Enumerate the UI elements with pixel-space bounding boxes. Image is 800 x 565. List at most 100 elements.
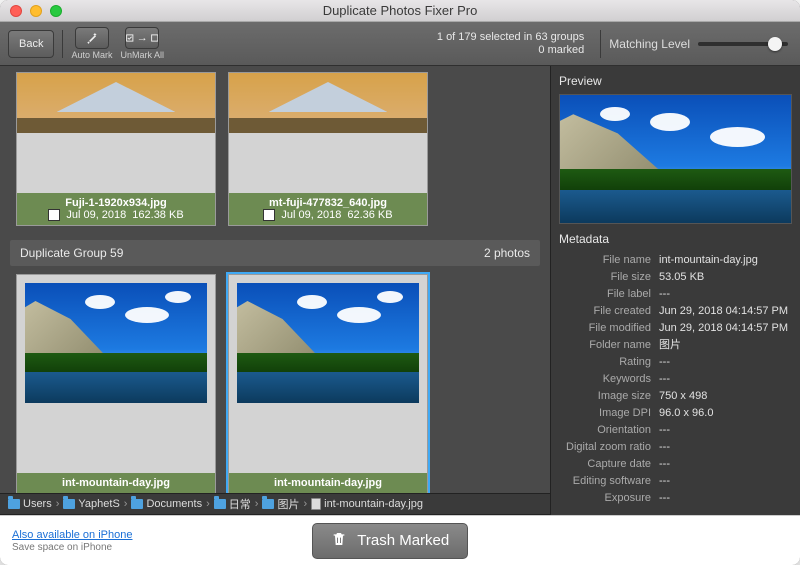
- metadata-value: ---: [659, 490, 792, 507]
- metadata-value: ---: [659, 286, 792, 303]
- preview-title: Preview: [559, 74, 792, 88]
- metadata-key: Editing software: [559, 473, 659, 490]
- metadata-row: Capture date---: [559, 456, 792, 473]
- iphone-subtext: Save space on iPhone: [12, 542, 112, 553]
- metadata-key: File label: [559, 286, 659, 303]
- metadata-key: Rating: [559, 354, 659, 371]
- photo-card[interactable]: mt-fuji-477832_640.jpg Jul 09, 2018 62.3…: [228, 72, 428, 226]
- matching-level-label: Matching Level: [609, 37, 690, 51]
- breadcrumb-label: 图片: [277, 496, 299, 512]
- metadata-key: Exposure: [559, 490, 659, 507]
- mark-checkbox[interactable]: [263, 209, 275, 221]
- unmark-all-button[interactable]: →: [125, 27, 159, 49]
- breadcrumb-label: 日常: [229, 496, 251, 512]
- footer: Also available on iPhone Save space on i…: [0, 515, 800, 565]
- metadata-row: Exposure---: [559, 490, 792, 507]
- breadcrumb-item[interactable]: int-mountain-day.jpg: [311, 498, 423, 510]
- breadcrumb-item[interactable]: Users: [8, 498, 52, 510]
- photo-size: 162.38 KB: [132, 209, 183, 221]
- metadata-value: ---: [659, 354, 792, 371]
- breadcrumb-label: Documents: [146, 498, 202, 510]
- metadata-row: Rating---: [559, 354, 792, 371]
- file-icon: [311, 498, 321, 510]
- photo-filename: int-mountain-day.jpg: [235, 477, 421, 489]
- metadata-key: File modified: [559, 320, 659, 337]
- metadata-value: ---: [659, 456, 792, 473]
- metadata-row: File createdJun 29, 2018 04:14:57 PM: [559, 303, 792, 320]
- matching-level-slider[interactable]: [698, 42, 788, 46]
- chevron-right-icon: ›: [124, 498, 128, 510]
- metadata-row: Image size750 x 498: [559, 388, 792, 405]
- metadata-row: Image DPI96.0 x 96.0: [559, 405, 792, 422]
- group-title: Duplicate Group 59: [20, 246, 123, 260]
- metadata-section[interactable]: Metadata File nameint-mountain-day.jpgFi…: [551, 232, 800, 515]
- metadata-row: Digital zoom ratio---: [559, 439, 792, 456]
- titlebar[interactable]: Duplicate Photos Fixer Pro: [0, 0, 800, 22]
- metadata-value: ---: [659, 371, 792, 388]
- chevron-right-icon: ›: [303, 498, 307, 510]
- selection-status: 1 of 179 selected in 63 groups 0 marked: [437, 31, 592, 57]
- mark-checkbox[interactable]: [48, 209, 60, 221]
- metadata-value: 96.0 x 96.0: [659, 405, 792, 422]
- breadcrumb-label: int-mountain-day.jpg: [324, 498, 423, 510]
- metadata-value: ---: [659, 439, 792, 456]
- breadcrumb-label: YaphetS: [78, 498, 119, 510]
- group-header[interactable]: Duplicate Group 59 2 photos: [10, 240, 540, 266]
- breadcrumb-item[interactable]: 图片: [262, 496, 299, 512]
- back-button[interactable]: Back: [8, 30, 54, 58]
- metadata-value: int-mountain-day.jpg: [659, 252, 792, 269]
- group-count: 2 photos: [484, 246, 530, 260]
- previous-group-row: Fuji-1-1920x934.jpg Jul 09, 2018 162.38 …: [10, 66, 540, 232]
- metadata-row: Orientation---: [559, 422, 792, 439]
- toolbar: Back Auto Mark → UnMark All 1 of 179 sel…: [0, 22, 800, 66]
- metadata-value: 750 x 498: [659, 388, 792, 405]
- side-panel: Preview Metadata File nameint-mountain-d…: [550, 66, 800, 515]
- breadcrumb-item[interactable]: YaphetS: [63, 498, 119, 510]
- metadata-value: Jun 29, 2018 04:14:57 PM: [659, 303, 792, 320]
- group-row: int-mountain-day.jpg: [10, 268, 540, 493]
- checkbox-empty-icon: [151, 33, 159, 43]
- metadata-value: ---: [659, 422, 792, 439]
- folder-icon: [8, 499, 20, 509]
- metadata-key: File created: [559, 303, 659, 320]
- photo-date: Jul 09, 2018: [66, 209, 126, 221]
- chevron-right-icon: ›: [255, 498, 259, 510]
- folder-icon: [131, 499, 143, 509]
- trash-marked-button[interactable]: Trash Marked: [312, 523, 468, 559]
- photo-date: Jul 09, 2018: [281, 209, 341, 221]
- iphone-link[interactable]: Also available on iPhone: [12, 529, 132, 541]
- folder-icon: [262, 499, 274, 509]
- metadata-row: Keywords---: [559, 371, 792, 388]
- photo-filename: Fuji-1-1920x934.jpg: [23, 197, 209, 209]
- wand-icon: [85, 31, 99, 45]
- preview-image: [559, 94, 792, 224]
- photo-filename: mt-fuji-477832_640.jpg: [235, 197, 421, 209]
- photo-card[interactable]: int-mountain-day.jpg: [16, 274, 216, 493]
- trash-marked-label: Trash Marked: [357, 532, 449, 549]
- unmark-all-label: UnMark All: [120, 50, 164, 60]
- breadcrumb-item[interactable]: 日常: [214, 496, 251, 512]
- metadata-key: File name: [559, 252, 659, 269]
- status-line-1: 1 of 179 selected in 63 groups: [437, 31, 584, 44]
- metadata-value: ---: [659, 473, 792, 490]
- slider-thumb[interactable]: [768, 37, 782, 51]
- metadata-row: Editing software---: [559, 473, 792, 490]
- metadata-row: File modifiedJun 29, 2018 04:14:57 PM: [559, 320, 792, 337]
- metadata-value: 图片: [659, 337, 792, 354]
- photo-filename: int-mountain-day.jpg: [23, 477, 209, 489]
- metadata-value: Jun 29, 2018 04:14:57 PM: [659, 320, 792, 337]
- metadata-row: File nameint-mountain-day.jpg: [559, 252, 792, 269]
- photo-card-selected[interactable]: int-mountain-day.jpg: [228, 274, 428, 493]
- chevron-right-icon: ›: [56, 498, 60, 510]
- metadata-key: Keywords: [559, 371, 659, 388]
- auto-mark-button[interactable]: [75, 27, 109, 49]
- metadata-key: Image size: [559, 388, 659, 405]
- results-scroll[interactable]: Fuji-1-1920x934.jpg Jul 09, 2018 162.38 …: [0, 66, 550, 493]
- metadata-key: Capture date: [559, 456, 659, 473]
- photo-card[interactable]: Fuji-1-1920x934.jpg Jul 09, 2018 162.38 …: [16, 72, 216, 226]
- checkbox-checked-icon: [126, 33, 134, 43]
- metadata-key: File size: [559, 269, 659, 286]
- status-line-2: 0 marked: [437, 44, 584, 57]
- breadcrumb-item[interactable]: Documents: [131, 498, 202, 510]
- metadata-key: Image DPI: [559, 405, 659, 422]
